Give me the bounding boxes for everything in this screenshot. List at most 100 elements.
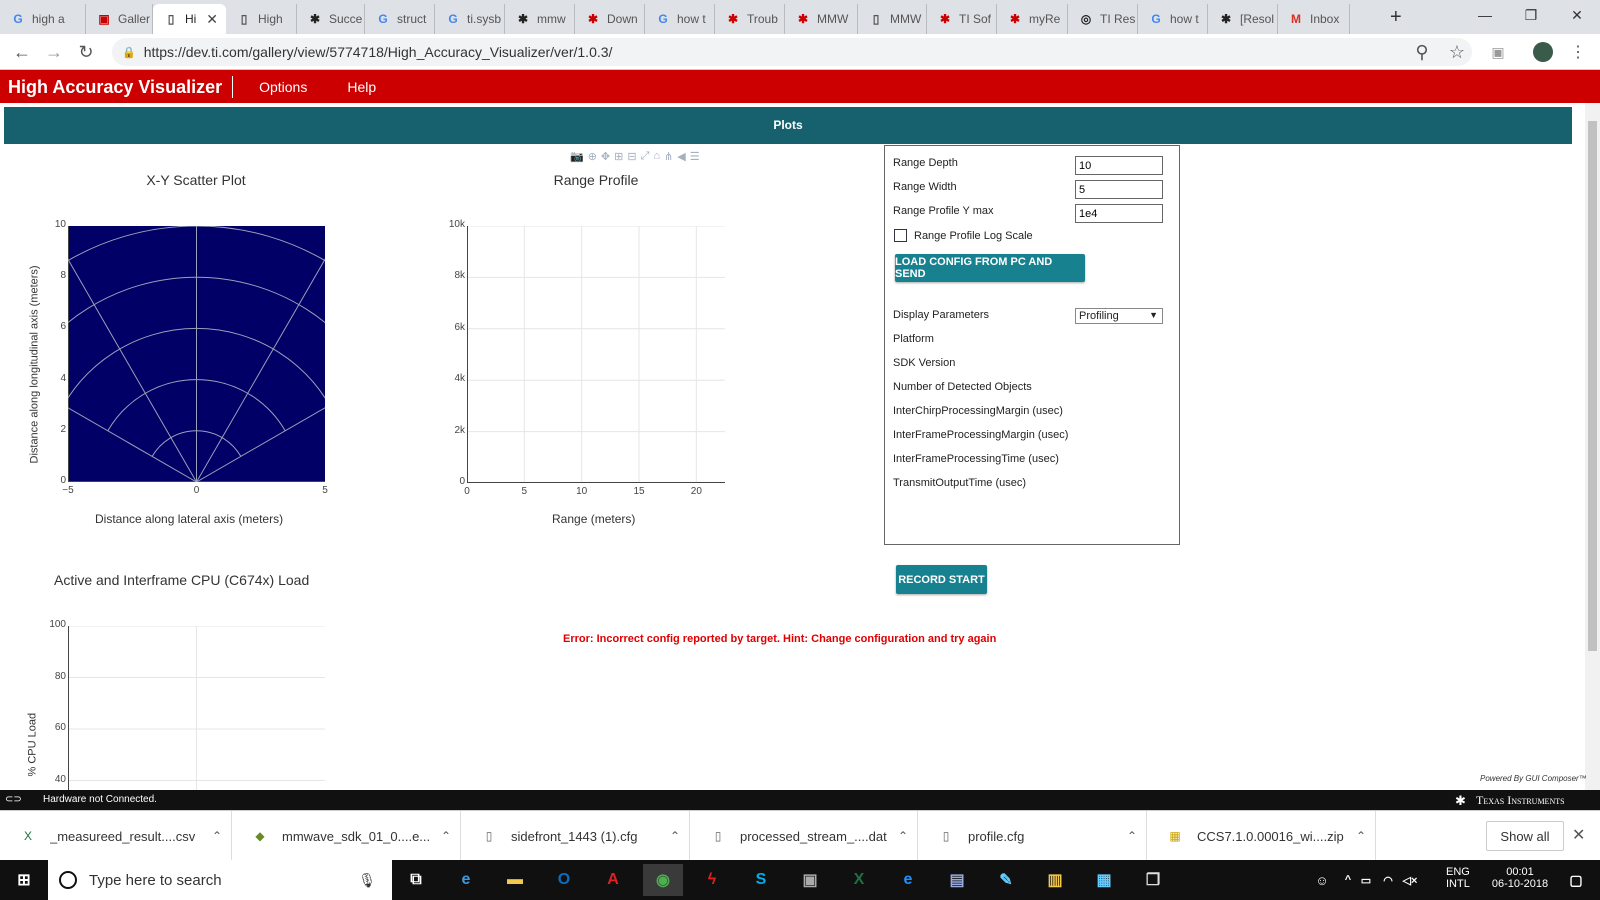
zoom-out-icon[interactable]: ⊟ (627, 150, 636, 163)
browser-tab[interactable]: ✱ MMW (785, 4, 858, 34)
camera-icon[interactable]: 📷 (570, 150, 584, 163)
browser-tab[interactable]: Gstruct (365, 4, 435, 34)
tray-chevron-icon[interactable]: ^ (1338, 864, 1358, 896)
scrollbar-thumb[interactable] (1588, 121, 1597, 651)
profile-avatar[interactable] (1533, 42, 1553, 62)
acrobat-icon[interactable]: A (593, 864, 633, 896)
range-plot-area[interactable] (467, 226, 725, 483)
browser-tab[interactable]: ▯ Hi ✕ (153, 4, 226, 34)
show-all-button[interactable]: Show all (1486, 821, 1564, 851)
cube-icon[interactable]: ❒ (1133, 864, 1173, 896)
browser-tab[interactable]: Ghow t (645, 4, 715, 34)
download-item[interactable]: ◆ mmwave_sdk_01_0....e... ⌃ (232, 811, 461, 861)
range-width-input[interactable] (1075, 180, 1163, 199)
autoscale-icon[interactable]: ⤢ (641, 150, 650, 163)
extension-icon[interactable]: ▣ (1486, 40, 1510, 64)
restore-icon[interactable]: ❐ (1508, 0, 1554, 30)
edge-icon[interactable]: e (446, 864, 486, 896)
excel-icon[interactable]: X (839, 864, 879, 896)
logscale-checkbox[interactable] (894, 229, 907, 242)
zoom-icon[interactable]: ⚲ (1410, 40, 1434, 64)
chevron-up-icon[interactable]: ⌃ (203, 829, 231, 843)
volume-icon[interactable]: ◁× (1400, 864, 1420, 896)
scatter-plot-area[interactable] (68, 226, 325, 482)
microphone-icon[interactable]: 🎙 (358, 872, 376, 889)
browser-tab[interactable]: Ghigh a (0, 4, 86, 34)
chevron-up-icon[interactable]: ⌃ (661, 829, 689, 843)
zoom-plot-icon[interactable]: ⊕ (588, 150, 597, 163)
browser-tab[interactable]: ▯ High (226, 4, 297, 34)
ymax-input[interactable] (1075, 204, 1163, 223)
photos-icon[interactable]: ▦ (1084, 864, 1124, 896)
hover-closest-icon[interactable]: ◀ (677, 150, 685, 163)
close-window-icon[interactable]: ✕ (1554, 0, 1600, 30)
ie-icon[interactable]: e (888, 864, 928, 896)
browser-tab[interactable]: ▣ Galler (86, 4, 153, 34)
browser-tab[interactable]: Ghow t (1138, 4, 1208, 34)
windows-start-icon[interactable]: ⊞ (4, 864, 44, 896)
browser-tab[interactable]: ▯ MMW (858, 4, 927, 34)
skype-icon[interactable]: S (741, 864, 781, 896)
download-item[interactable]: X _measureed_result....csv ⌃ (0, 811, 232, 861)
task-view-icon[interactable]: ⧉ (396, 864, 436, 896)
reload-icon[interactable]: ↻ (74, 40, 98, 64)
browser-tab[interactable]: ✱ TI Sof (927, 4, 997, 34)
menu-options[interactable]: Options (253, 79, 313, 95)
close-downloads-icon[interactable]: ✕ (1572, 825, 1585, 845)
clock[interactable]: 00:01 06-10-2018 (1482, 866, 1558, 890)
pan-icon[interactable]: ✥ (601, 150, 610, 163)
outlook-icon[interactable]: O (544, 864, 584, 896)
browser-tab[interactable]: Gti.sysb (435, 4, 505, 34)
download-item[interactable]: ▯ profile.cfg ⌃ (918, 811, 1147, 861)
flash-icon[interactable]: ϟ (692, 864, 732, 896)
browser-tab[interactable]: ◎ TI Res (1068, 4, 1138, 34)
hover-compare-icon[interactable]: ☰ (690, 150, 700, 163)
notepad-icon[interactable]: ▤ (937, 864, 977, 896)
tab-close-icon[interactable]: ✕ (206, 11, 218, 28)
home-icon[interactable]: ⌂ (653, 150, 660, 162)
new-tab-icon[interactable]: + (1390, 6, 1402, 29)
app-gray-icon[interactable]: ▣ (790, 864, 830, 896)
chevron-up-icon[interactable]: ⌃ (1347, 829, 1375, 843)
notes-icon[interactable]: ▥ (1035, 864, 1075, 896)
cpu-plot-area[interactable] (68, 626, 325, 790)
browser-tab[interactable]: ✱ Down (575, 4, 645, 34)
wifi-icon[interactable]: ◠ (1378, 864, 1398, 896)
load-config-button[interactable]: LOAD CONFIG FROM PC AND SEND (895, 254, 1085, 282)
taskbar-search[interactable]: Type here to search 🎙 (48, 860, 392, 900)
forward-icon[interactable]: → (42, 40, 66, 64)
range-depth-input[interactable] (1075, 156, 1163, 175)
bookmark-star-icon[interactable]: ☆ (1445, 40, 1469, 64)
browser-tab[interactable]: ✱ Succe (297, 4, 365, 34)
back-icon[interactable]: ← (10, 40, 34, 64)
display-params-select[interactable]: Profiling ▼ (1075, 308, 1163, 324)
menu-help[interactable]: Help (341, 79, 382, 95)
chrome-menu-icon[interactable]: ⋮ (1566, 40, 1590, 64)
battery-icon[interactable]: ▭ (1356, 864, 1376, 896)
chevron-up-icon[interactable]: ⌃ (889, 829, 917, 843)
explorer-icon[interactable]: ▬ (495, 864, 535, 896)
record-start-button[interactable]: RECORD START (896, 565, 987, 594)
browser-tab[interactable]: M Inbox (1278, 4, 1350, 34)
browser-tab[interactable]: ✱ myRe (997, 4, 1068, 34)
download-item[interactable]: ▯ sidefront_1443 (1).cfg ⌃ (461, 811, 690, 861)
connection-icon[interactable]: ⊂⊃ (5, 794, 22, 805)
download-item[interactable]: ▦ CCS7.1.0.00016_wi....zip ⌃ (1147, 811, 1376, 861)
spike-lines-icon[interactable]: ⋔ (664, 150, 673, 163)
language-indicator[interactable]: ENG INTL (1446, 866, 1470, 890)
browser-tab[interactable]: ✱ Troub (715, 4, 785, 34)
browser-tab[interactable]: ✱ mmw (505, 4, 575, 34)
minimize-icon[interactable]: — (1462, 0, 1508, 30)
download-item[interactable]: ▯ processed_stream_....dat ⌃ (690, 811, 918, 861)
chrome-icon[interactable]: ◉ (643, 864, 683, 896)
browser-tab[interactable]: ✱ [Resol (1208, 4, 1278, 34)
page-scrollbar[interactable] (1585, 103, 1600, 790)
people-icon[interactable]: ☺ (1302, 864, 1342, 896)
chevron-up-icon[interactable]: ⌃ (1118, 829, 1146, 843)
chevron-up-icon[interactable]: ⌃ (432, 829, 460, 843)
tab-plots[interactable]: Plots (4, 107, 1572, 144)
url-field[interactable]: 🔒 https://dev.ti.com/gallery/view/577471… (112, 38, 1472, 66)
paint-icon[interactable]: ✎ (986, 864, 1026, 896)
notifications-icon[interactable]: ▢ (1556, 864, 1596, 896)
zoom-in-icon[interactable]: ⊞ (614, 150, 623, 163)
